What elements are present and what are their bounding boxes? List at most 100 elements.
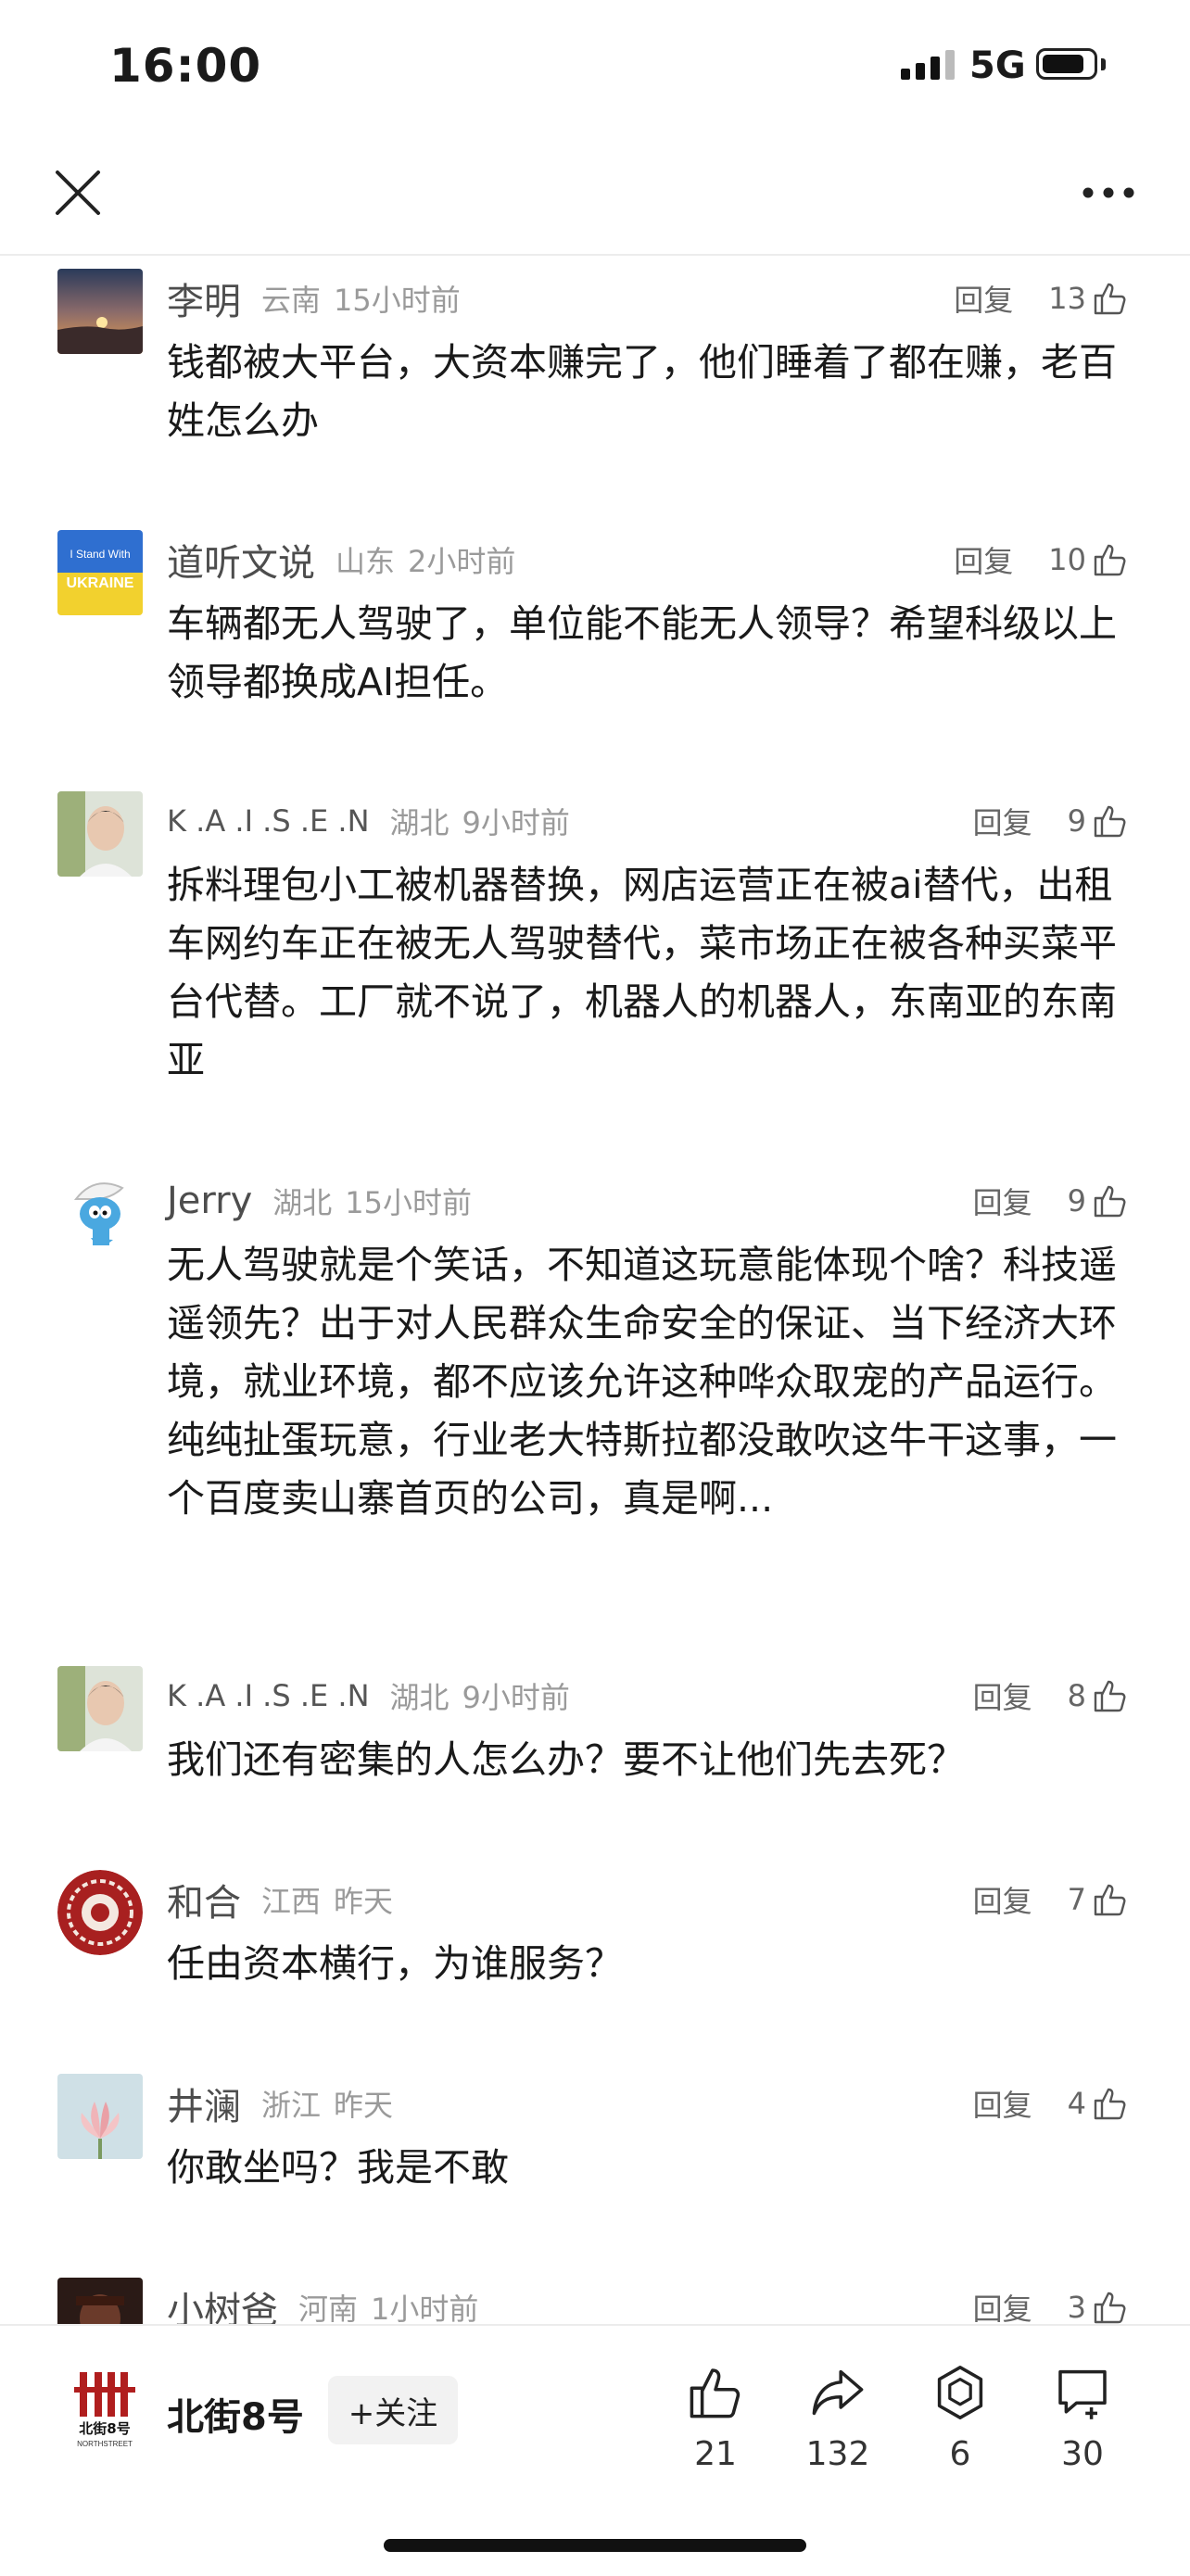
comment-location: 浙江 <box>261 2088 322 2123</box>
reply-button[interactable]: 回复 <box>954 277 1013 320</box>
like-count: 9 <box>1067 803 1086 839</box>
status-time: 16:00 <box>109 39 262 93</box>
comment-author[interactable]: 道听文说 <box>167 533 315 587</box>
reply-button[interactable]: 回复 <box>973 2286 1032 2324</box>
person-avatar[interactable] <box>57 1666 143 1751</box>
comment-time: 2小时前 <box>408 544 516 579</box>
thumbs-up-icon[interactable] <box>1092 541 1129 578</box>
comment-time: 昨天 <box>334 1884 394 1919</box>
comment-meta: 道听文说 山东 2小时前 <box>167 530 515 589</box>
comment-actions: 回复 4 <box>973 2074 1129 2133</box>
comment-text: 拆料理包小工被机器替换，网店运营正在被ai替代，出租车网约车正在被无人驾驶替代，… <box>167 863 1117 1082</box>
like-count: 7 <box>1067 1882 1086 1917</box>
battery-tip <box>1101 58 1106 70</box>
like-count: 10 <box>1048 542 1086 577</box>
share-action[interactable]: 132 <box>782 2363 893 2473</box>
comment-actions: 回复 13 <box>954 269 1129 328</box>
comment-location: 云南 <box>261 283 322 318</box>
more-icon[interactable] <box>1081 182 1136 204</box>
comment-meta: K .A .I .S .E .N 湖北 9小时前 <box>167 1666 570 1725</box>
comment-time: 昨天 <box>334 2088 394 2123</box>
comment-text: 任由资本横行，为谁服务？ <box>167 1941 623 1986</box>
comment-location: 湖北 <box>389 805 449 840</box>
like-count: 13 <box>1048 281 1086 316</box>
comment-actions: 回复 7 <box>973 1870 1129 1929</box>
comment-meta: K .A .I .S .E .N 湖北 9小时前 <box>167 791 570 851</box>
comment-location: 湖北 <box>389 1680 449 1715</box>
comment-actions: 回复 9 <box>973 791 1129 851</box>
comment-author[interactable]: K .A .I .S .E .N <box>167 803 370 839</box>
reply-button[interactable]: 回复 <box>973 2082 1032 2125</box>
collect-total: 6 <box>949 2435 971 2473</box>
comment-meta: Jerry 湖北 15小时前 <box>167 1171 472 1231</box>
comment-author[interactable]: 和合 <box>167 1873 241 1926</box>
comment-location: 河南 <box>298 2292 359 2324</box>
collect-icon[interactable] <box>930 2363 990 2422</box>
collect-action[interactable]: 6 <box>905 2363 1016 2473</box>
comment-total: 30 <box>1061 2435 1104 2473</box>
comment-time: 15小时前 <box>334 283 461 318</box>
like-count: 4 <box>1067 2086 1086 2121</box>
red-pattern-avatar[interactable] <box>57 1870 143 1955</box>
lotus-avatar[interactable] <box>57 2074 143 2159</box>
comment-meta: 和合 江西 昨天 <box>167 1870 393 1929</box>
battery-level <box>1043 55 1083 73</box>
thumbs-up-icon[interactable] <box>1092 280 1129 317</box>
like-count: 3 <box>1067 2290 1086 2324</box>
comment-meta: 井澜 浙江 昨天 <box>167 2074 393 2133</box>
like-total: 21 <box>694 2435 737 2473</box>
source-logo[interactable]: 北街8号 NORTHSTREET <box>67 2368 143 2452</box>
comment-text: 无人驾驶就是个笑话，不知道这玩意能体现个啥？科技遥遥领先？出于对人民群众生命安全… <box>167 1243 1117 1521</box>
sunset-avatar[interactable] <box>57 269 143 354</box>
thumbs-up-icon[interactable] <box>1092 1677 1129 1714</box>
reply-button[interactable]: 回复 <box>973 1180 1032 1222</box>
ukraine-avatar[interactable]: I Stand With UKRAINE <box>57 530 143 615</box>
comment-icon[interactable] <box>1053 2363 1112 2422</box>
reply-button[interactable]: 回复 <box>954 538 1013 581</box>
nav-bar <box>0 130 1190 256</box>
avatar-text-top: I Stand With <box>70 548 130 561</box>
comment-location: 湖北 <box>272 1185 333 1220</box>
reply-button[interactable]: 回复 <box>973 800 1032 842</box>
share-icon[interactable] <box>808 2363 867 2422</box>
dark-avatar[interactable] <box>57 2278 143 2324</box>
thumbs-up-icon[interactable] <box>1092 1881 1129 1918</box>
battery-icon <box>1036 48 1097 80</box>
comment-author[interactable]: 李明 <box>167 271 241 325</box>
thumbs-up-icon[interactable] <box>686 2363 745 2422</box>
comment-text: 我们还有密集的人怎么办？要不让他们先去死？ <box>167 1737 965 1782</box>
source-logo-text: 北街8号 <box>79 2420 130 2437</box>
like-count: 8 <box>1067 1678 1086 1713</box>
source-name[interactable]: 北街8号 <box>167 2387 304 2441</box>
share-total: 132 <box>805 2435 870 2473</box>
reply-button[interactable]: 回复 <box>973 1878 1032 1921</box>
comment-location: 山东 <box>335 544 396 579</box>
thumbs-up-icon[interactable] <box>1092 2085 1129 2122</box>
avatar-text-bottom: UKRAINE <box>67 575 134 591</box>
smurf-avatar[interactable] <box>57 1171 143 1256</box>
like-count: 9 <box>1067 1183 1086 1219</box>
comment-actions: 回复 10 <box>954 530 1129 589</box>
comment-time: 15小时前 <box>345 1185 473 1220</box>
comment-author[interactable]: K .A .I .S .E .N <box>167 1678 370 1713</box>
comment-list: 李明 云南 15小时前 回复 13 钱都被大平台，大资本赚完了，他们睡着了都在赚… <box>0 256 1190 2324</box>
like-action[interactable]: 21 <box>660 2363 771 2473</box>
person-avatar[interactable] <box>57 791 143 877</box>
comment-actions: 回复 9 <box>973 1171 1129 1231</box>
comment-time: 9小时前 <box>462 1680 570 1715</box>
thumbs-up-icon[interactable] <box>1092 2289 1129 2324</box>
home-indicator[interactable] <box>384 2539 806 2552</box>
comment-action[interactable]: 30 <box>1027 2363 1138 2473</box>
reply-button[interactable]: 回复 <box>973 1674 1032 1717</box>
comment-author[interactable]: 小树爸 <box>167 2280 278 2324</box>
cellular-signal-icon <box>901 50 955 80</box>
thumbs-up-icon[interactable] <box>1092 802 1129 840</box>
thumbs-up-icon[interactable] <box>1092 1182 1129 1219</box>
close-icon[interactable] <box>52 167 104 219</box>
comment-author[interactable]: 井澜 <box>167 2077 241 2130</box>
comment-author[interactable]: Jerry <box>167 1180 252 1222</box>
comment-location: 江西 <box>261 1884 322 1919</box>
comment-actions: 回复 8 <box>973 1666 1129 1725</box>
follow-button[interactable]: +关注 <box>328 2376 458 2444</box>
comment-meta: 小树爸 河南 1小时前 <box>167 2278 478 2324</box>
